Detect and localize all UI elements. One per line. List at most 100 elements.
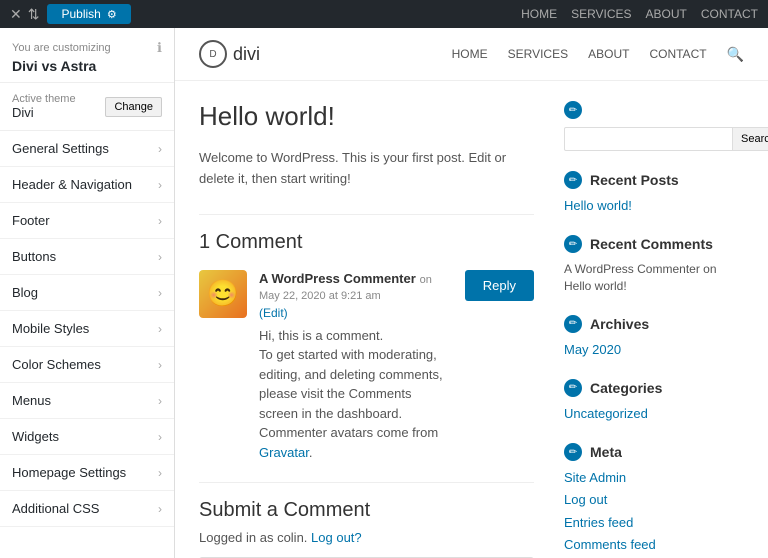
active-theme-info: Active theme Divi (12, 93, 76, 120)
reply-button[interactable]: Reply (465, 270, 534, 301)
meta-list: Site Admin Log out Entries feed Comments… (564, 469, 744, 558)
list-item: Entries feed (564, 514, 744, 532)
post-title: Hello world! (199, 101, 534, 132)
menu-item-label: Homepage Settings (12, 465, 126, 480)
pencil-icon-archives: ✏ (564, 315, 582, 333)
archives-list: May 2020 (564, 341, 744, 359)
search-button[interactable]: Search (733, 127, 768, 151)
search-widget-title-row: ✏ (564, 101, 744, 119)
customizer-menu-item[interactable]: Widgets› (0, 419, 174, 455)
submit-comment-title: Submit a Comment (199, 499, 534, 522)
recent-posts-title-row: ✏ Recent Posts (564, 171, 744, 189)
swap-icon[interactable]: ⇅ (28, 6, 40, 23)
archives-widget: ✏ Archives May 2020 (564, 315, 744, 359)
recent-post-link[interactable]: Hello world! (564, 198, 632, 213)
menu-item-label: Mobile Styles (12, 321, 89, 336)
customizer-menu-item[interactable]: Footer› (0, 203, 174, 239)
menu-item-label: Additional CSS (12, 501, 99, 516)
top-nav-services[interactable]: SERVICES (571, 7, 631, 21)
logo-text: divi (233, 44, 260, 65)
change-theme-button[interactable]: Change (105, 97, 162, 117)
top-nav-about[interactable]: ABOUT (646, 7, 687, 21)
customizer-menu-item[interactable]: Blog › (0, 275, 174, 311)
nav-services[interactable]: SERVICES (508, 47, 568, 61)
pencil-icon-recent-posts: ✏ (564, 171, 582, 189)
close-icon[interactable]: ✕ (10, 6, 22, 23)
list-item: May 2020 (564, 341, 744, 359)
customizer-menu-item[interactable]: Additional CSS› (0, 491, 174, 527)
recent-comment-text: A WordPress Commenter on Hello world! (564, 261, 744, 295)
menu-item-label: Footer (12, 213, 50, 228)
archives-title-row: ✏ Archives (564, 315, 744, 333)
nav-contact[interactable]: CONTACT (649, 47, 706, 61)
recent-comments-widget: ✏ Recent Comments A WordPress Commenter … (564, 235, 744, 295)
customizer-menu-item[interactable]: Header & Navigation› (0, 167, 174, 203)
publish-label: Publish (61, 7, 100, 21)
site-admin-link[interactable]: Site Admin (564, 470, 626, 485)
comment-item: 😊 A WordPress Commenter on May 22, 2020 … (199, 270, 534, 463)
top-nav-contact[interactable]: CONTACT (701, 7, 758, 21)
archive-link[interactable]: May 2020 (564, 342, 621, 357)
gear-icon: ⚙ (107, 8, 117, 21)
pencil-icon-meta: ✏ (564, 443, 582, 461)
category-link[interactable]: Uncategorized (564, 406, 648, 421)
publish-button[interactable]: Publish ⚙ (47, 4, 130, 24)
nav-home[interactable]: HOME (452, 47, 488, 61)
comment-header: A WordPress Commenter on May 22, 2020 at… (259, 270, 453, 302)
site-logo: D divi (199, 40, 260, 68)
comments-section: 1 Comment 😊 A WordPress Commenter on May… (199, 214, 534, 463)
list-item: Comments feed (564, 536, 744, 554)
menu-item-label: Color Schemes (12, 357, 101, 372)
comments-feed-link[interactable]: Comments feed (564, 537, 656, 552)
widget-sidebar: ✏ Search ✏ Recent Posts (564, 101, 744, 558)
entries-feed-link[interactable]: Entries feed (564, 515, 633, 530)
menu-item-label: Header & Navigation (12, 177, 132, 192)
menu-item-label: Buttons (12, 249, 56, 264)
recent-posts-list: Hello world! (564, 197, 744, 215)
meta-title-row: ✏ Meta (564, 443, 744, 461)
submit-comment-section: Submit a Comment Logged in as colin. Log… (199, 482, 534, 558)
customizer-menu-item[interactable]: General Settings› (0, 131, 174, 167)
categories-widget: ✏ Categories Uncategorized (564, 379, 744, 423)
active-theme-name: Divi (12, 105, 76, 120)
top-nav-home[interactable]: HOME (521, 7, 557, 21)
logout-link[interactable]: Log out? (311, 530, 362, 545)
pencil-icon-recent-comments: ✏ (564, 235, 582, 253)
gravatar-link[interactable]: Gravatar (259, 445, 309, 460)
categories-title: Categories (590, 380, 662, 396)
customizer-menu-item[interactable]: Buttons › (0, 239, 174, 275)
archives-title: Archives (590, 316, 649, 332)
list-item: Uncategorized (564, 405, 744, 423)
content-layout: Hello world! Welcome to WordPress. This … (175, 81, 768, 558)
customizer-menu-item[interactable]: Color Schemes› (0, 347, 174, 383)
recent-posts-title: Recent Posts (590, 172, 679, 188)
pencil-icon-categories: ✏ (564, 379, 582, 397)
info-icon[interactable]: ℹ (157, 40, 162, 56)
logged-in-as: Logged in as colin. Log out? (199, 530, 534, 545)
site-nav: HOME SERVICES ABOUT CONTACT 🔍 (452, 46, 744, 63)
customizer-menu-item[interactable]: Homepage Settings› (0, 455, 174, 491)
comment-author: A WordPress Commenter (259, 271, 416, 286)
customizer-menu-item[interactable]: Mobile Styles › (0, 311, 174, 347)
search-input[interactable] (564, 127, 733, 151)
meta-widget: ✏ Meta Site Admin Log out Entries feed C… (564, 443, 744, 558)
active-theme-section: Active theme Divi Change (0, 83, 174, 131)
customizer-header: You are customizing ℹ Divi vs Astra (0, 28, 174, 83)
menu-item-label: Blog (12, 285, 38, 300)
list-item: Site Admin (564, 469, 744, 487)
chevron-right-icon: › (158, 286, 162, 300)
recent-comments-title-row: ✏ Recent Comments (564, 235, 744, 253)
nav-about[interactable]: ABOUT (588, 47, 629, 61)
customizer-header-row: You are customizing ℹ (12, 40, 162, 56)
customizer-menu-item[interactable]: Menus› (0, 383, 174, 419)
log-out-link[interactable]: Log out (564, 492, 607, 507)
customizer-menu: General Settings›Header & Navigation›Foo… (0, 131, 174, 558)
meta-title: Meta (590, 444, 622, 460)
recent-posts-widget: ✏ Recent Posts Hello world! (564, 171, 744, 215)
comment-edit-link[interactable]: (Edit) (259, 306, 453, 320)
search-widget-form: Search (564, 127, 744, 151)
chevron-right-icon: › (158, 250, 162, 264)
chevron-right-icon: › (158, 322, 162, 336)
site-header: D divi HOME SERVICES ABOUT CONTACT 🔍 (175, 28, 768, 81)
search-icon[interactable]: 🔍 (727, 46, 744, 63)
